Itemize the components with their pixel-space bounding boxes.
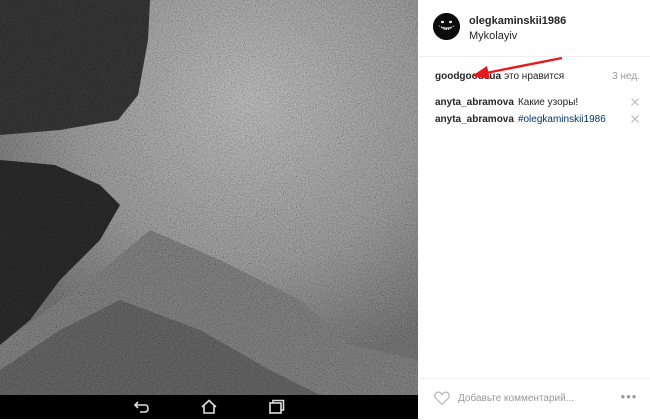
comment-footer: •••	[418, 378, 650, 420]
post-info-panel: olegkaminskii1986 Mykolayiv goodgoodsua э…	[418, 0, 650, 419]
liker-username[interactable]: goodgoodsua	[435, 71, 501, 82]
back-icon[interactable]	[132, 397, 152, 417]
comment-author[interactable]: anyta_abramova	[435, 114, 514, 125]
heart-icon[interactable]	[433, 389, 451, 407]
close-icon[interactable]	[630, 97, 640, 107]
system-nav-bar	[0, 395, 418, 419]
home-icon[interactable]	[199, 397, 219, 417]
likes-row: goodgoodsua это нравится 3 нед.	[435, 71, 640, 85]
post-header: olegkaminskii1986 Mykolayiv	[418, 0, 650, 57]
comment-text: Какие узоры!	[517, 97, 579, 108]
comment-item: anyta_abramova #olegkaminskii1986	[435, 114, 640, 128]
post-timestamp[interactable]: 3 нед.	[612, 71, 640, 82]
post-photo[interactable]	[0, 0, 418, 395]
post-username[interactable]: olegkaminskii1986	[469, 15, 566, 27]
more-options-button[interactable]: •••	[618, 389, 640, 405]
avatar[interactable]	[433, 13, 460, 40]
comment-hashtag-link[interactable]: #olegkaminskii1986	[518, 114, 606, 125]
comment-item: anyta_abramova Какие узоры!	[435, 97, 640, 111]
carpet-texture-image	[0, 0, 418, 395]
comment-input[interactable]	[458, 390, 606, 406]
post-location[interactable]: Mykolayiv	[469, 30, 517, 42]
recent-apps-icon[interactable]	[266, 397, 286, 417]
close-icon[interactable]	[630, 114, 640, 124]
likes-text: это нравится	[504, 71, 565, 82]
comment-author[interactable]: anyta_abramova	[435, 97, 514, 108]
